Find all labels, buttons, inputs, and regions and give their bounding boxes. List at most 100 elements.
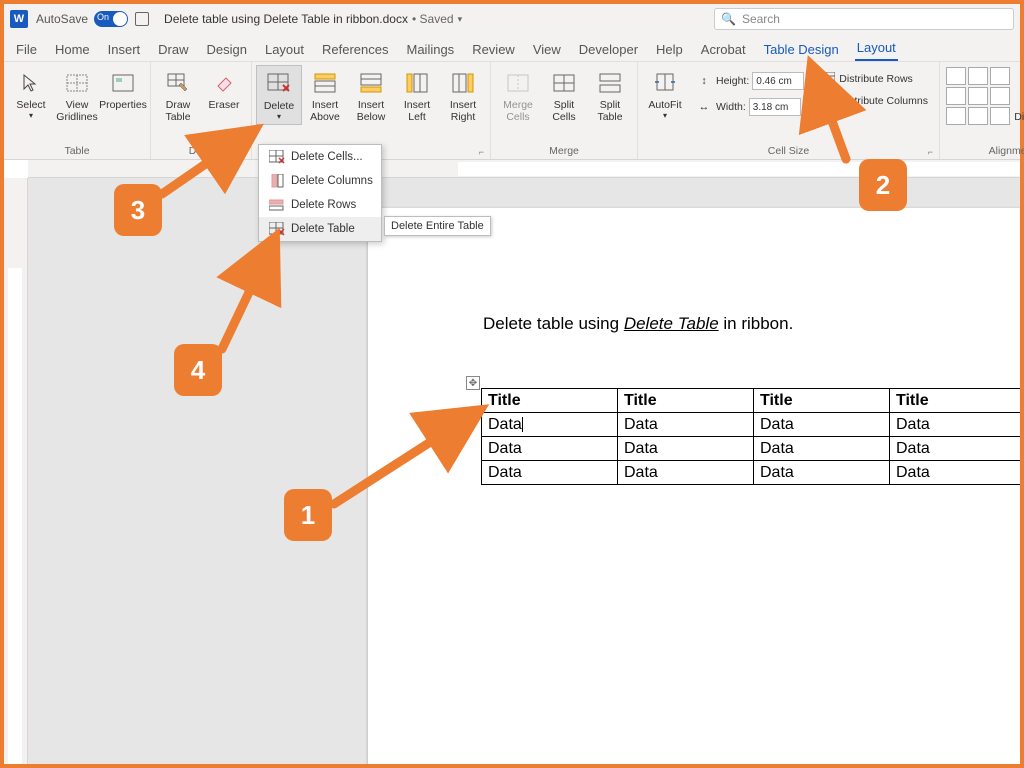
cursor-icon — [21, 68, 41, 98]
group-cellsize: AutoFit▾ ↕Height:0.46 cm ↔Width:3.18 cm … — [638, 62, 940, 159]
group-alignment: AText Direction M Alignment — [940, 62, 1024, 159]
table-row[interactable]: DataDataDataDataDa — [482, 461, 1021, 485]
document-heading[interactable]: Delete table using Delete Table in ribbo… — [483, 313, 793, 334]
table-row[interactable]: DataDataDataDataDa — [482, 413, 1021, 437]
delete-button[interactable]: Delete▾ — [256, 65, 302, 125]
align-tr[interactable] — [990, 67, 1010, 85]
split-cells-button[interactable]: Split Cells — [541, 65, 587, 126]
select-button[interactable]: Select▾ — [8, 65, 54, 123]
align-tc[interactable] — [968, 67, 988, 85]
tab-layout[interactable]: Layout — [263, 38, 306, 61]
vertical-ruler[interactable] — [4, 178, 28, 764]
properties-button[interactable]: Properties — [100, 65, 146, 115]
width-icon: ↔ — [695, 101, 713, 113]
properties-icon — [112, 68, 134, 98]
delete-table-icon — [267, 69, 291, 99]
menu-delete-cells[interactable]: Delete Cells... — [259, 145, 381, 169]
group-label-merge: Merge — [495, 143, 633, 159]
height-icon: ↕ — [695, 75, 713, 87]
dialog-launcher-icon[interactable]: ⌐ — [928, 147, 933, 157]
insert-below-icon — [360, 68, 382, 98]
menu-delete-rows[interactable]: Delete Rows — [259, 193, 381, 217]
save-icon[interactable] — [134, 11, 150, 27]
group-table: Select▾ View Gridlines Properties Table — [4, 62, 151, 159]
document-table[interactable]: TitleTitleTitleTitleTi DataDataDataDataD… — [481, 388, 1020, 485]
group-label-table: Table — [8, 143, 146, 159]
eraser-icon — [214, 68, 234, 98]
split-cells-icon — [553, 68, 575, 98]
tab-view[interactable]: View — [531, 38, 563, 61]
view-gridlines-button[interactable]: View Gridlines — [54, 65, 100, 126]
document-title: Delete table using Delete Table in ribbo… — [164, 12, 408, 26]
row-height-field[interactable]: ↕Height:0.46 cm — [691, 71, 808, 91]
autofit-icon — [654, 68, 676, 98]
word-app-icon: W — [10, 10, 28, 28]
tab-insert[interactable]: Insert — [106, 38, 143, 61]
insert-right-icon — [452, 68, 474, 98]
dialog-launcher-icon[interactable]: ⌐ — [479, 147, 484, 157]
tab-acrobat[interactable]: Acrobat — [699, 38, 748, 61]
titlebar: W AutoSave On Delete table using Delete … — [4, 4, 1020, 34]
insert-left-button[interactable]: Insert Left — [394, 65, 440, 126]
delete-rows-icon — [267, 198, 287, 212]
align-mc[interactable] — [968, 87, 988, 105]
table-cell-cursor[interactable]: Data — [482, 413, 618, 437]
dist-cols-icon — [818, 94, 836, 108]
distribute-rows-button[interactable]: Distribute Rows — [814, 71, 932, 87]
eraser-button[interactable]: Eraser — [201, 65, 247, 115]
col-width-field[interactable]: ↔Width:3.18 cm — [691, 97, 808, 117]
group-label-draw: Draw — [155, 143, 247, 159]
menu-delete-columns[interactable]: Delete Columns — [259, 169, 381, 193]
delete-dropdown-menu: Delete Cells... Delete Columns Delete Ro… — [258, 144, 382, 242]
draw-table-icon — [167, 68, 189, 98]
insert-above-button[interactable]: Insert Above — [302, 65, 348, 126]
tab-help[interactable]: Help — [654, 38, 685, 61]
delete-cells-icon — [267, 150, 287, 164]
split-table-icon — [599, 68, 621, 98]
search-input[interactable]: 🔍 Search — [714, 8, 1014, 30]
alignment-grid[interactable] — [946, 67, 1010, 125]
gridlines-icon — [66, 68, 88, 98]
page[interactable]: Delete table using Delete Table in ribbo… — [368, 208, 1020, 764]
distribute-cols-button[interactable]: Distribute Columns — [814, 93, 932, 109]
group-merge: Merge Cells Split Cells Split Table Merg… — [491, 62, 638, 159]
align-br[interactable] — [990, 107, 1010, 125]
tab-home[interactable]: Home — [53, 38, 92, 61]
autosave-label: AutoSave — [36, 12, 88, 26]
align-ml[interactable] — [946, 87, 966, 105]
split-table-button[interactable]: Split Table — [587, 65, 633, 126]
tab-layout-context[interactable]: Layout — [855, 36, 898, 61]
menu-delete-table[interactable]: Delete Table — [259, 217, 381, 241]
align-bc[interactable] — [968, 107, 988, 125]
table-row[interactable]: DataDataDataDataDa — [482, 437, 1021, 461]
insert-below-button[interactable]: Insert Below — [348, 65, 394, 126]
tab-developer[interactable]: Developer — [577, 38, 640, 61]
insert-right-button[interactable]: Insert Right — [440, 65, 486, 126]
autosave-toggle[interactable]: On — [94, 11, 128, 27]
table-row[interactable]: TitleTitleTitleTitleTi — [482, 389, 1021, 413]
document-area: Delete table using Delete Table in ribbo… — [28, 178, 1020, 764]
callout-badge-1: 1 — [284, 489, 332, 541]
tab-review[interactable]: Review — [470, 38, 517, 61]
text-direction-button[interactable]: AText Direction — [1012, 65, 1024, 126]
dist-rows-icon — [818, 72, 836, 86]
tab-design[interactable]: Design — [205, 38, 249, 61]
autofit-button[interactable]: AutoFit▾ — [642, 65, 688, 123]
draw-table-button[interactable]: Draw Table — [155, 65, 201, 126]
merge-cells-icon — [507, 68, 529, 98]
align-tl[interactable] — [946, 67, 966, 85]
align-bl[interactable] — [946, 107, 966, 125]
callout-badge-3: 3 — [114, 184, 162, 236]
group-label-cellsize: Cell Size⌐ — [642, 143, 935, 159]
tab-references[interactable]: References — [320, 38, 390, 61]
search-icon: 🔍 — [721, 12, 736, 26]
tab-table-design[interactable]: Table Design — [762, 38, 841, 61]
tab-file[interactable]: File — [14, 38, 39, 61]
group-draw: Draw Table Eraser Draw — [151, 62, 252, 159]
tab-mailings[interactable]: Mailings — [405, 38, 457, 61]
align-mr[interactable] — [990, 87, 1010, 105]
callout-badge-2: 2 — [859, 159, 907, 211]
title-dropdown-icon[interactable]: ▾ — [458, 14, 463, 25]
table-move-handle[interactable]: ✥ — [466, 376, 480, 390]
tab-draw[interactable]: Draw — [156, 38, 190, 61]
